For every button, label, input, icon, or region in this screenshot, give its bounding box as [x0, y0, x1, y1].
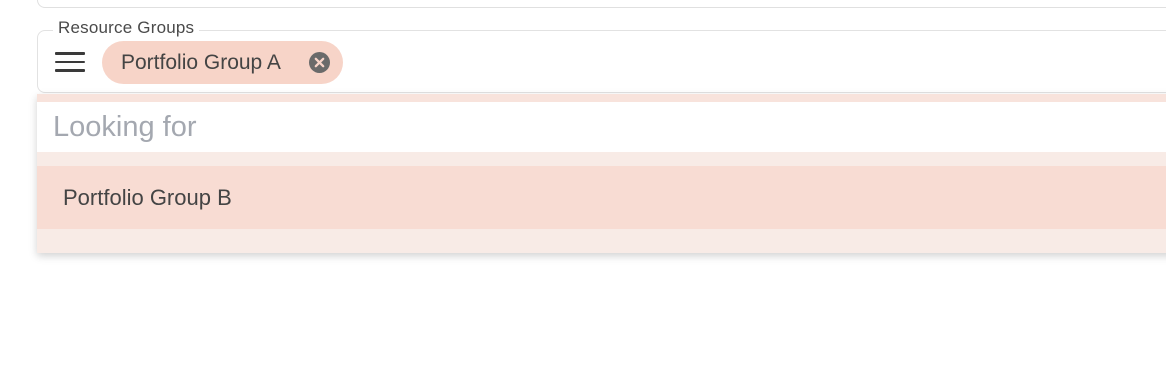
search-input[interactable] [37, 102, 1166, 152]
chip-label: Portfolio Group A [121, 51, 281, 74]
resource-groups-label: Resource Groups [53, 18, 200, 38]
dropdown-option[interactable]: Portfolio Group B [37, 166, 1166, 229]
dropdown-panel: Portfolio Group B [37, 94, 1166, 253]
page: Resource Groups Portfolio Group A Portfo… [0, 0, 1166, 390]
previous-field [37, 0, 1166, 8]
selected-chip: Portfolio Group A [102, 41, 343, 84]
dropdown-top-strip [37, 94, 1166, 102]
option-label: Portfolio Group B [63, 185, 232, 210]
hamburger-menu-icon[interactable] [55, 51, 85, 73]
close-circle-icon[interactable] [309, 52, 330, 73]
